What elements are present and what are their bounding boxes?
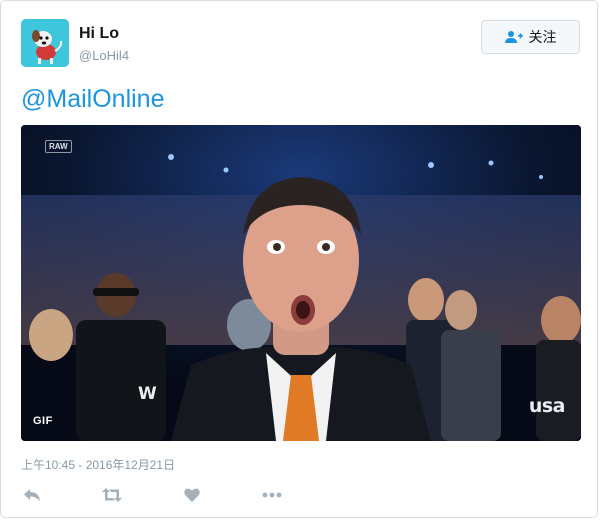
gif-badge: GIF xyxy=(33,415,53,427)
more-button[interactable] xyxy=(261,485,283,505)
user-avatar[interactable] xyxy=(21,19,69,67)
network-logo: usa xyxy=(528,395,566,417)
cartoon-dog-avatar-icon xyxy=(21,19,69,67)
user-display-name[interactable]: Hi Lo xyxy=(79,25,119,43)
follow-button[interactable]: 关注 xyxy=(481,20,580,54)
show-logo: RAW xyxy=(45,140,72,153)
follow-user-icon xyxy=(504,31,523,43)
wwe-logo: W xyxy=(138,384,157,404)
like-button[interactable] xyxy=(181,485,203,505)
reply-button[interactable] xyxy=(21,485,43,505)
retweet-button[interactable] xyxy=(101,485,123,505)
tweet-card: Hi Lo @LoHil4 关注 @MailOnline RAW W usa G… xyxy=(0,0,598,518)
retweet-icon xyxy=(102,488,122,502)
gif-frame-image xyxy=(21,125,581,441)
tweet-timestamp[interactable]: 上午10:45 - 2016年12月21日 xyxy=(21,456,175,473)
reply-icon xyxy=(24,489,40,501)
user-handle[interactable]: @LoHil4 xyxy=(79,48,129,63)
like-heart-icon xyxy=(184,488,200,502)
tweet-text-mention[interactable]: @MailOnline xyxy=(21,85,164,114)
follow-button-label: 关注 xyxy=(528,29,557,45)
gif-media[interactable]: RAW W usa GIF xyxy=(21,125,581,441)
more-icon xyxy=(262,492,282,498)
